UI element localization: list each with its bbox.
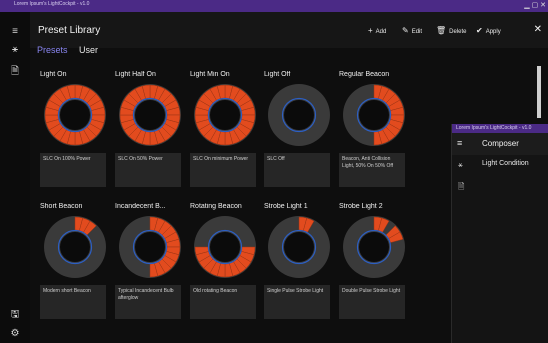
trash-icon: 🗑	[436, 26, 447, 35]
preset-name: Rotating Beacon	[190, 203, 242, 210]
preset-pattern-ring	[194, 84, 256, 146]
preset-description: SLC On minimum Power	[190, 153, 256, 187]
edit-button[interactable]: ✎ Edit	[402, 26, 422, 35]
preset-pattern-ring	[268, 216, 330, 278]
preset-description: Double Pulse Strobe Light	[339, 285, 405, 319]
preset-description: Beacon, Anti Collision Light, 50% On 50%…	[339, 153, 405, 187]
preset-name: Regular Beacon	[339, 71, 390, 78]
add-button[interactable]: + Add	[368, 26, 386, 35]
document-icon[interactable]: 🗎	[458, 181, 464, 195]
preset-description: Typical Incandecent Bulb afterglow	[115, 285, 181, 319]
preset-name: Light Min On	[190, 71, 230, 78]
composer-item-light-condition[interactable]: Light Condition	[482, 160, 529, 167]
preset-name: Strobe Light 1	[264, 203, 308, 210]
settings-icon[interactable]: ⚙	[9, 328, 21, 340]
plus-icon: +	[368, 26, 373, 35]
menu-icon[interactable]: ≡	[9, 26, 21, 38]
preset-icon[interactable]: ⚹	[9, 44, 21, 56]
pencil-icon: ✎	[402, 26, 409, 35]
composer-window: Lorem Ipsum's LightCockpit - v1.0 ≡ Comp…	[451, 124, 548, 343]
preset-description: Old rotating Beacon	[190, 285, 256, 319]
composer-menu-icon[interactable]: ≡	[457, 138, 462, 148]
icon-sidebar: ≡ ⚹ 🗎 🖫 ⚙	[0, 12, 30, 343]
preset-name: Strobe Light 2	[339, 203, 383, 210]
preset-name: Light Off	[264, 71, 291, 78]
save-icon[interactable]: 🖫	[9, 309, 21, 321]
preset-description: SLC Off	[264, 153, 330, 187]
preset-pattern-ring	[44, 216, 106, 278]
window-title: Lorem Ipsum's LightCockpit - v1.0	[14, 1, 90, 7]
window-controls[interactable]: ▁ ▢ ✕	[524, 1, 546, 9]
preset-name: Light Half On	[115, 71, 156, 78]
delete-button[interactable]: 🗑 Delete	[436, 26, 467, 35]
preset-pattern-ring	[343, 216, 405, 278]
preset-pattern-ring	[44, 84, 106, 146]
preset-name: Short Beacon	[40, 203, 83, 210]
scrollbar[interactable]	[537, 66, 541, 118]
tab-bar: Presets User	[37, 45, 107, 55]
preset-name: Light On	[40, 71, 67, 78]
tab-presets[interactable]: Presets	[37, 45, 68, 55]
page-title: Preset Library	[38, 25, 101, 36]
header-bar: Preset Library + Add ✎ Edit 🗑 Delete ✔ Apply…	[30, 12, 548, 48]
close-icon[interactable]: ✕	[534, 24, 542, 35]
preset-pattern-ring	[194, 216, 256, 278]
preset-name: Incandecent B...	[115, 203, 166, 210]
preset-description: SLC On 50% Power	[115, 153, 181, 187]
composer-titlebar: Lorem Ipsum's LightCockpit - v1.0	[452, 124, 548, 133]
preset-icon[interactable]: ⚹	[458, 160, 463, 170]
document-icon[interactable]: 🗎	[9, 66, 21, 78]
preset-pattern-ring	[119, 84, 181, 146]
preset-pattern-ring	[343, 84, 405, 146]
preset-pattern-ring	[119, 216, 181, 278]
preset-description: Modern short Beacon	[40, 285, 106, 319]
tab-user[interactable]: User	[79, 45, 98, 55]
apply-button[interactable]: ✔ Apply	[476, 26, 501, 35]
preset-description: Single Pulse Strobe Light	[264, 285, 330, 319]
composer-title: Composer	[482, 139, 519, 148]
composer-window-title: Lorem Ipsum's LightCockpit - v1.0	[456, 125, 532, 131]
preset-pattern-ring	[268, 84, 330, 146]
preset-description: SLC On 100% Power	[40, 153, 106, 187]
checkmark-icon: ✔	[476, 26, 483, 35]
window-titlebar: Lorem Ipsum's LightCockpit - v1.0 ▁ ▢ ✕	[0, 0, 548, 12]
